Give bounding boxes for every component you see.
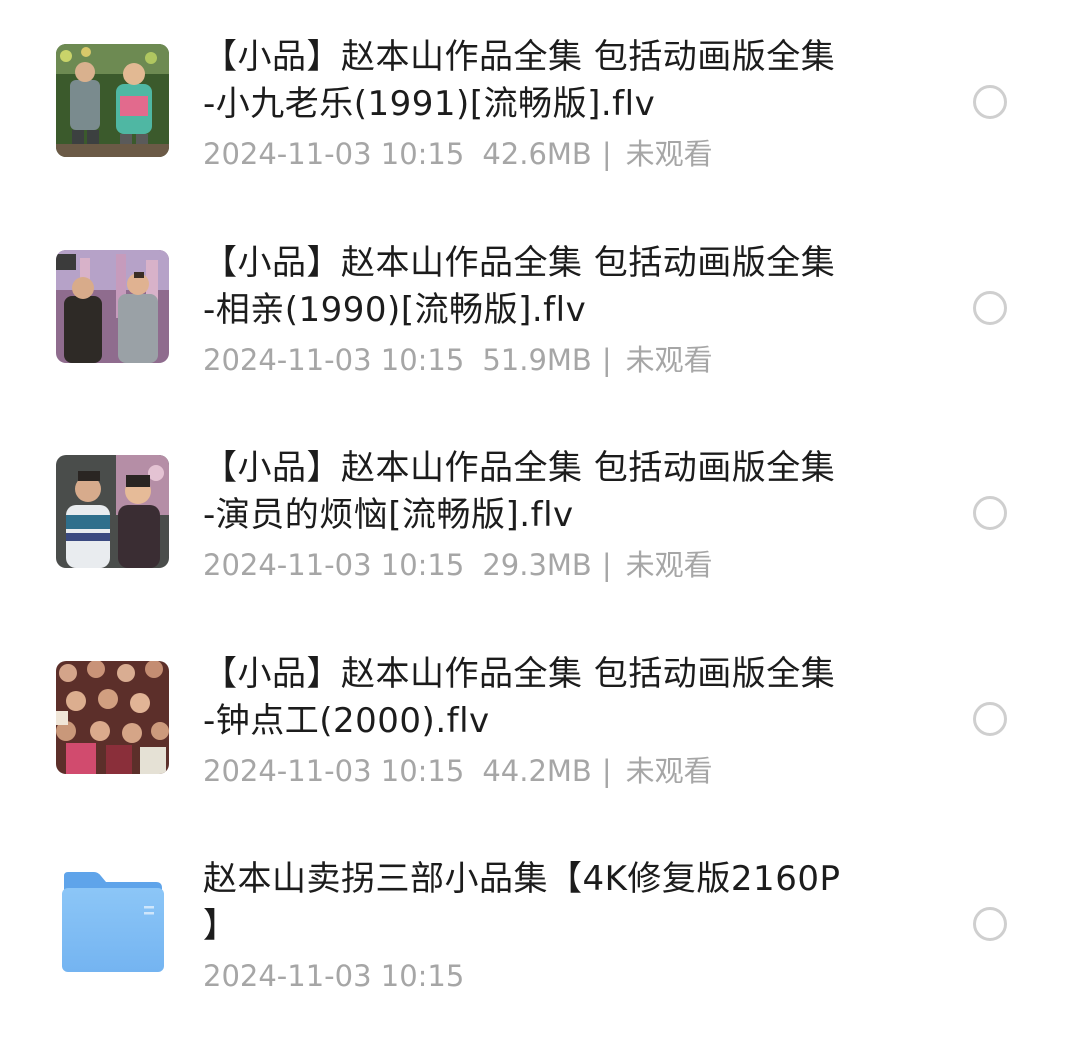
video-thumbnail [56,661,169,774]
folder-meta: 2024-11-03 10:15 [203,956,464,996]
file-row[interactable]: 【小品】赵本山作品全集 包括动画版全集 -相亲(1990)[流畅版].flv 2… [0,206,1080,411]
watch-status: 未观看 [625,548,713,582]
file-row[interactable]: 【小品】赵本山作品全集 包括动画版全集 -钟点工(2000).flv 2024-… [0,617,1080,822]
file-meta: 2024-11-03 10:15 44.2MB | 未观看 [203,751,713,791]
select-radio[interactable] [973,85,1007,119]
meta-separator: | [601,343,612,377]
watch-status: 未观看 [625,343,713,377]
file-row[interactable]: 【小品】赵本山作品全集 包括动画版全集 -演员的烦恼[流畅版].flv 2024… [0,411,1080,616]
select-radio[interactable] [973,907,1007,941]
folder-name: 赵本山卖拐三部小品集【4K修复版2160P 】 [203,859,841,946]
file-meta: 2024-11-03 10:15 51.9MB | 未观看 [203,340,713,380]
file-row[interactable]: 【小品】赵本山作品全集 包括动画版全集 -小九老乐(1991)[流畅版].flv… [0,0,1080,205]
folder-row[interactable]: 赵本山卖拐三部小品集【4K修复版2160P 】 2024-11-03 10:15 [0,822,1080,1027]
watch-status: 未观看 [625,754,713,788]
meta-separator: | [601,754,612,788]
file-name: 【小品】赵本山作品全集 包括动画版全集 -相亲(1990)[流畅版].flv [203,243,836,330]
select-radio[interactable] [973,291,1007,325]
folder-date: 2024-11-03 10:15 [203,959,465,993]
file-size: 29.3MB [482,548,592,582]
file-size: 44.2MB [482,754,592,788]
select-radio[interactable] [973,496,1007,530]
select-radio[interactable] [973,702,1007,736]
file-list: 【小品】赵本山作品全集 包括动画版全集 -小九老乐(1991)[流畅版].flv… [0,0,1080,1042]
file-name: 【小品】赵本山作品全集 包括动画版全集 -演员的烦恼[流畅版].flv [203,448,836,535]
file-date: 2024-11-03 10:15 [203,343,465,377]
file-size: 42.6MB [482,137,592,171]
file-name: 【小品】赵本山作品全集 包括动画版全集 -钟点工(2000).flv [203,654,836,741]
file-size: 51.9MB [482,343,592,377]
video-thumbnail [56,44,169,157]
video-thumbnail [56,250,169,363]
file-date: 2024-11-03 10:15 [203,548,465,582]
folder-icon [58,870,168,974]
meta-separator: | [601,137,612,171]
meta-separator: | [601,548,612,582]
file-meta: 2024-11-03 10:15 42.6MB | 未观看 [203,134,713,174]
file-date: 2024-11-03 10:15 [203,754,465,788]
file-name: 【小品】赵本山作品全集 包括动画版全集 -小九老乐(1991)[流畅版].flv [203,37,836,124]
video-thumbnail [56,455,169,568]
file-date: 2024-11-03 10:15 [203,137,465,171]
watch-status: 未观看 [625,137,713,171]
file-meta: 2024-11-03 10:15 29.3MB | 未观看 [203,545,713,585]
